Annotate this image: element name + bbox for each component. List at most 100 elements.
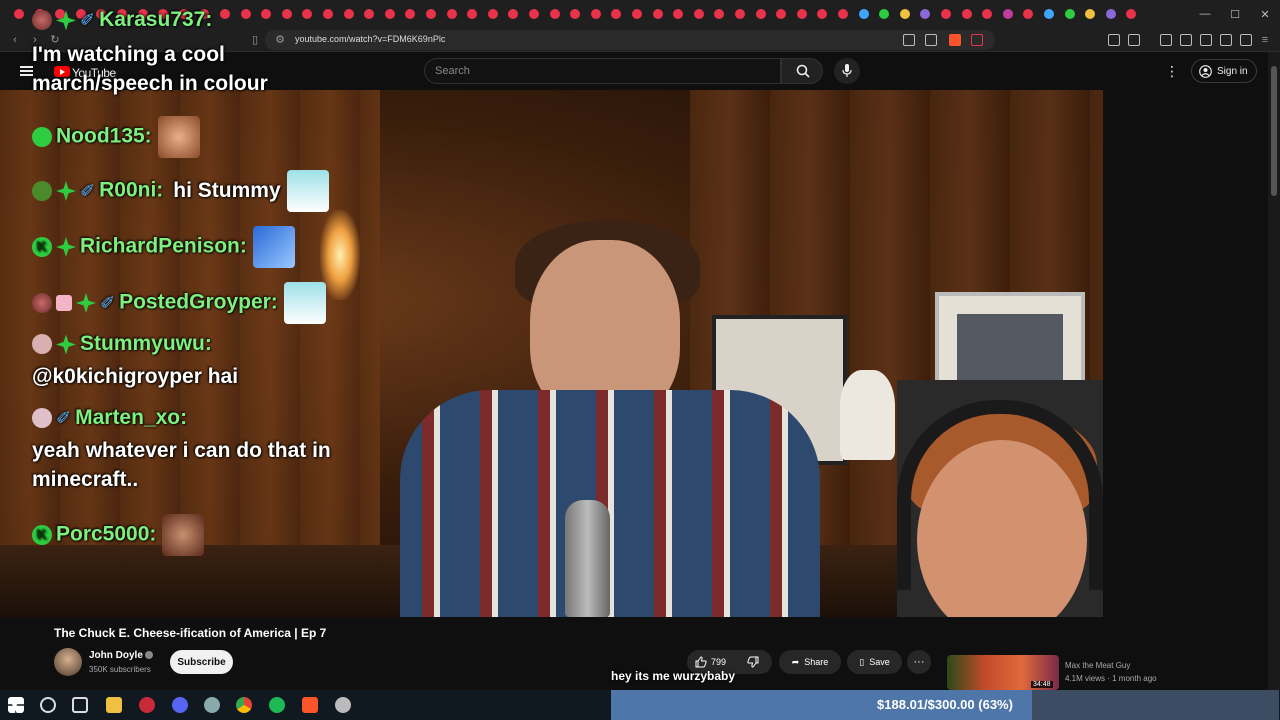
browser-tab-favicon[interactable] (302, 9, 313, 19)
search-input[interactable] (424, 58, 781, 84)
browser-tab-favicon[interactable] (508, 9, 519, 19)
minimize-icon[interactable]: — (1190, 0, 1220, 28)
browser-tab-favicon[interactable] (714, 9, 725, 19)
browser-tab-favicon[interactable] (982, 9, 993, 19)
browser-tab-favicon[interactable] (941, 9, 951, 19)
browser-tab-favicon[interactable] (920, 9, 931, 19)
browser-tab-favicon[interactable] (529, 9, 539, 19)
more-actions-icon[interactable]: ··· (907, 650, 931, 674)
browser-tab-favicon[interactable] (1105, 9, 1116, 19)
browser-tab-favicon[interactable] (467, 9, 478, 19)
save-label: Save (869, 657, 890, 667)
browser-tab-favicon[interactable] (652, 9, 663, 19)
task-view-icon[interactable] (72, 697, 88, 713)
windows-taskbar: $188.01/$300.00 (63%) (0, 690, 1280, 720)
media-icon[interactable] (1160, 34, 1172, 46)
recommended-video-channel[interactable]: Max the Meat Guy (1065, 661, 1130, 670)
chat-username: Stummyuwu: (80, 332, 212, 355)
chrome-icon[interactable] (236, 697, 252, 713)
back-icon[interactable]: ‹ (8, 33, 22, 47)
brave-shields-icon[interactable] (949, 34, 961, 46)
url-field[interactable]: ⚙ youtube.com/watch?v=FDM6K69nPlc (265, 30, 995, 50)
voice-search-button[interactable] (834, 58, 860, 84)
browser-tab-favicon[interactable] (364, 9, 375, 19)
browser-tab-favicon[interactable] (1126, 9, 1137, 19)
page-scrollbar[interactable] (1268, 52, 1280, 690)
browser-tab-favicon[interactable] (590, 9, 601, 19)
brave-icon[interactable] (302, 697, 318, 713)
browser-tab-favicon[interactable] (899, 9, 910, 19)
spotify-icon[interactable] (269, 697, 285, 713)
browser-tab-favicon[interactable] (220, 9, 230, 19)
browser-tab-favicon[interactable] (446, 9, 457, 19)
browser-tab-favicon[interactable] (426, 9, 436, 19)
butterfly-emote-icon (252, 226, 295, 268)
browser-tab-favicon[interactable] (14, 9, 24, 19)
search-taskbar-icon[interactable] (40, 697, 56, 713)
browser-tab-favicon[interactable] (549, 9, 560, 19)
thumbs-down-icon[interactable] (747, 656, 759, 668)
browser-tab-favicon[interactable] (858, 9, 869, 19)
screenshot-icon[interactable] (1128, 34, 1140, 46)
browser-tab-favicon[interactable] (1064, 9, 1075, 19)
share-button[interactable]: ➦ Share (779, 650, 841, 674)
downloads-icon[interactable] (1220, 34, 1232, 46)
obs-icon[interactable] (139, 697, 155, 713)
chat-message: hi Stummy (173, 178, 281, 202)
channel-avatar[interactable] (54, 648, 82, 676)
settings-kebab-icon[interactable]: ⋮ (1163, 60, 1181, 82)
face-emote-icon (157, 116, 200, 158)
browser-tab-favicon[interactable] (693, 9, 704, 19)
laughing-emote-icon (162, 514, 205, 556)
thumbs-up-icon[interactable] (695, 656, 707, 668)
browser-tab-favicon[interactable] (261, 9, 272, 19)
browser-tab-favicon[interactable] (879, 9, 890, 19)
browser-tab-favicon[interactable] (240, 9, 251, 19)
browser-tab-favicon[interactable] (673, 9, 684, 19)
sign-in-label: Sign in (1217, 65, 1248, 77)
maximize-icon[interactable]: ☐ (1220, 0, 1250, 28)
browser-tab-favicon[interactable] (838, 9, 848, 19)
browser-tab-favicon[interactable] (817, 9, 828, 19)
sidebar-icon[interactable] (1180, 34, 1192, 46)
browser-tab-favicon[interactable] (343, 9, 354, 19)
browser-tab-favicon[interactable] (1085, 9, 1096, 19)
tool-icon[interactable] (335, 697, 351, 713)
brave-rewards-icon[interactable] (971, 34, 983, 46)
file-explorer-icon[interactable] (106, 697, 122, 713)
extensions-icon[interactable] (1108, 34, 1120, 46)
sign-in-button[interactable]: Sign in (1191, 59, 1257, 83)
browser-tab-favicon[interactable] (570, 9, 581, 19)
browser-tab-favicon[interactable] (961, 9, 972, 19)
cast-icon[interactable] (903, 34, 915, 46)
close-icon[interactable]: ✕ (1250, 0, 1280, 28)
browser-tab-favicon[interactable] (755, 9, 766, 19)
browser-tab-favicon[interactable] (487, 9, 498, 19)
browser-tab-favicon[interactable] (735, 9, 745, 19)
scrollbar-thumb[interactable] (1271, 66, 1277, 196)
browser-tab-favicon[interactable] (632, 9, 642, 19)
browser-tab-favicon[interactable] (405, 9, 416, 19)
windows-start-icon[interactable] (8, 697, 24, 713)
browser-tab-favicon[interactable] (323, 9, 333, 19)
browser-tab-favicon[interactable] (1002, 9, 1013, 19)
browser-tab-favicon[interactable] (1044, 9, 1054, 19)
browser-tab-favicon[interactable] (796, 9, 807, 19)
browser-tab-favicon[interactable] (281, 9, 292, 19)
subscribe-button[interactable]: Subscribe (170, 650, 233, 674)
browser-tab-favicon[interactable] (1023, 9, 1034, 19)
app-icon[interactable] (204, 697, 220, 713)
menu-icon[interactable]: ≡ (1258, 33, 1272, 47)
like-count: 799 (711, 657, 727, 667)
wallet-icon[interactable] (1200, 34, 1212, 46)
browser-tab-favicon[interactable] (611, 9, 622, 19)
save-button[interactable]: ▯ Save (847, 650, 902, 674)
discord-icon[interactable] (172, 697, 188, 713)
subscriber-count: 350K subscribers (89, 665, 151, 674)
browser-tab-favicon[interactable] (384, 9, 395, 19)
search-button[interactable] (781, 58, 823, 84)
share-page-icon[interactable] (925, 34, 937, 46)
browser-tab-favicon[interactable] (776, 9, 787, 19)
channel-name[interactable]: John Doyle (89, 650, 143, 661)
vpn-icon[interactable] (1240, 34, 1252, 46)
